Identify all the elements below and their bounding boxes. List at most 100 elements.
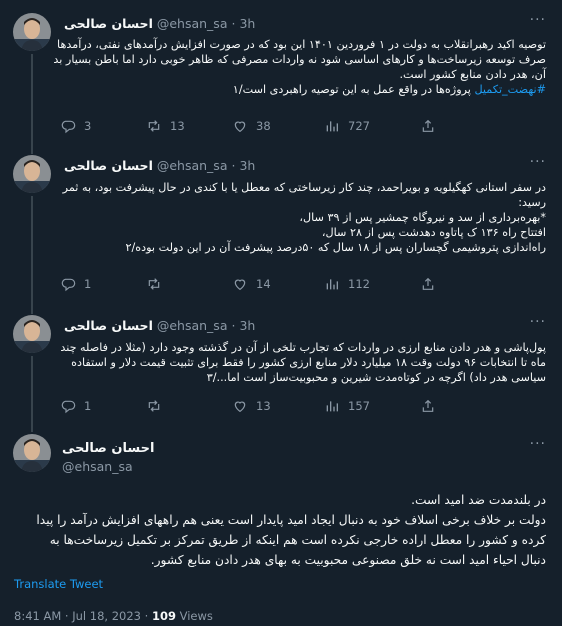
- author-handle[interactable]: @ehsan_sa: [62, 459, 133, 474]
- views-label: Views: [175, 609, 213, 623]
- tweet-text: پول‌پاشی و هدر دادن منابع ارزی در واردات…: [60, 340, 546, 385]
- author-name[interactable]: احسان صالحی: [64, 318, 153, 333]
- views-button[interactable]: 157: [324, 398, 370, 414]
- tweet-3[interactable]: احسان صالحی @ehsan_sa · 3h ··· پول‌پاشی …: [0, 306, 562, 424]
- tweet-text-line: *بهره‌برداری از سد و نیروگاه چمشیر پس از…: [299, 211, 546, 224]
- tweet-text-line: #نهضت_تکمیل پروژه‌ها در واقع عمل به این …: [64, 82, 546, 97]
- retweet-button[interactable]: [146, 276, 170, 292]
- tweet-text: توصیه اکید رهبرانقلاب به دولت در ۱ فرورد…: [53, 37, 546, 97]
- tweet-actions: 1 13 157: [60, 398, 450, 416]
- thread-line: [31, 306, 33, 314]
- heart-icon: [234, 121, 246, 133]
- share-button[interactable]: [420, 398, 436, 414]
- tweet-text-line: صرف توسعه زیرساخت‌ها و کارهای اساسی شود …: [53, 53, 546, 66]
- reply-button[interactable]: 1: [60, 276, 91, 292]
- translate-tweet-link[interactable]: Translate Tweet: [14, 577, 103, 591]
- thread-line: [31, 146, 33, 154]
- share-icon: [422, 277, 434, 290]
- tweet-text-line: سیاسی هدر داد) اگرچه در کوتاه‌مدت شیرین …: [206, 371, 546, 384]
- avatar[interactable]: [13, 155, 51, 193]
- author-name[interactable]: احسان صالحی: [62, 441, 154, 456]
- tweet-text-line: پول‌پاشی و هدر دادن منابع ارزی در واردات…: [60, 341, 546, 354]
- reply-count: 1: [84, 277, 92, 291]
- views-button[interactable]: 112: [324, 276, 370, 292]
- views-chart-icon: [326, 121, 338, 132]
- like-button[interactable]: 14: [232, 276, 271, 292]
- more-options-icon[interactable]: ···: [530, 154, 546, 170]
- more-options-icon[interactable]: ···: [530, 12, 546, 28]
- like-count: 13: [256, 399, 271, 413]
- tweet-text-line: آن، هدر دادن منابع کشور است.: [399, 68, 546, 81]
- like-button[interactable]: 13: [232, 398, 271, 414]
- tweet-time[interactable]: 3h: [239, 16, 255, 31]
- like-count: 14: [256, 277, 271, 291]
- share-icon: [422, 399, 434, 412]
- tweet-text-line: ماه تا انتخابات ۹۶ دولت وقت ۱۸ میلیارد د…: [71, 356, 546, 369]
- share-icon: [422, 119, 434, 132]
- like-count: 38: [256, 119, 271, 133]
- heart-icon: [234, 401, 246, 413]
- tweet-text-line: راه‌اندازی پتروشیمی گچساران پس از ۱۸ سال…: [125, 241, 546, 254]
- reply-count: 3: [84, 119, 92, 133]
- tweet-timestamp: 8:41 AM · Jul 18, 2023 · 109 Views: [14, 609, 213, 623]
- author-handle[interactable]: @ehsan_sa: [157, 318, 228, 333]
- tweet-actions: 3 13 38 727: [60, 118, 450, 136]
- share-button[interactable]: [420, 118, 436, 134]
- tweet-date[interactable]: 8:41 AM · Jul 18, 2023 ·: [14, 609, 152, 623]
- tweet-header: احسان صالحی @ehsan_sa · 3h: [64, 16, 255, 31]
- tweet-text: در سفر استانی کهگیلویه و بویراحمد، چند ک…: [62, 180, 546, 255]
- author-name[interactable]: احسان صالحی: [64, 158, 153, 173]
- heart-icon: [234, 279, 246, 291]
- hashtag-link[interactable]: #نهضت_تکمیل: [474, 83, 546, 96]
- retweet-count: 13: [170, 119, 185, 133]
- views-count: 112: [348, 277, 370, 291]
- avatar[interactable]: [13, 434, 51, 472]
- views-chart-icon: [326, 401, 338, 412]
- share-button[interactable]: [420, 276, 436, 292]
- more-options-icon[interactable]: ···: [530, 314, 546, 330]
- retweet-button[interactable]: [146, 398, 170, 414]
- author-handle[interactable]: @ehsan_sa: [157, 16, 228, 31]
- tweet-header: احسان صالحی @ehsan_sa · 3h: [64, 158, 255, 173]
- reply-button[interactable]: 1: [60, 398, 91, 414]
- avatar[interactable]: [13, 315, 51, 353]
- tweet-time[interactable]: 3h: [239, 158, 255, 173]
- thread-line: [31, 356, 33, 424]
- tweet-text-line: رسید:: [518, 196, 546, 209]
- views-chart-icon: [326, 279, 338, 290]
- author-handle[interactable]: @ehsan_sa: [157, 158, 228, 173]
- separator-dot: ·: [231, 16, 236, 31]
- thread-line: [31, 196, 33, 308]
- tweet-text-line: افتتاح راه ۱۳۶ ک پاتاوه دهدشت پس از ۲۸ س…: [321, 226, 546, 239]
- tweet-time[interactable]: 3h: [239, 318, 255, 333]
- tweet-1[interactable]: احسان صالحی @ehsan_sa · 3h ··· توصیه اکی…: [0, 0, 562, 150]
- author-name[interactable]: احسان صالحی: [64, 16, 153, 31]
- avatar[interactable]: [13, 13, 51, 51]
- views-button[interactable]: 727: [324, 118, 370, 134]
- tweet-text-line: دنبال احیاء امید است نه خلق مصنوعی محبوب…: [150, 553, 546, 567]
- retweet-icon: [148, 278, 160, 290]
- retweet-icon: [148, 120, 160, 132]
- tweet-header: احسان صالحی @ehsan_sa · 3h: [64, 318, 255, 333]
- reply-count: 1: [84, 399, 92, 413]
- thread-line: [31, 54, 33, 150]
- like-button[interactable]: 38: [232, 118, 271, 134]
- tweet-text-line: توصیه اکید رهبرانقلاب به دولت در ۱ فرورد…: [57, 38, 546, 51]
- tweet-text-line: کرده و کشور را معطل اراده خارجی نکرده اس…: [49, 533, 546, 547]
- tweet-text-line: دولت بر خلاف برخی اسلاف خود به دنبال ایج…: [36, 513, 546, 527]
- tweet-text-line: در سفر استانی کهگیلویه و بویراحمد، چند ک…: [62, 181, 546, 194]
- reply-icon: [61, 400, 76, 414]
- tweet-text: در بلندمدت ضد امید است. دولت بر خلاف برخ…: [14, 490, 546, 570]
- tweet-2[interactable]: احسان صالحی @ehsan_sa · 3h ··· در سفر اس…: [0, 146, 562, 308]
- views-count: 109: [151, 609, 176, 623]
- retweet-icon: [148, 400, 160, 412]
- views-count: 727: [348, 119, 370, 133]
- more-options-icon[interactable]: ···: [530, 436, 546, 452]
- reply-icon: [61, 278, 76, 292]
- tweet-text-line: در بلندمدت ضد امید است.: [411, 493, 546, 507]
- retweet-button[interactable]: 13: [146, 118, 185, 134]
- views-count: 157: [348, 399, 370, 413]
- reply-button[interactable]: 3: [60, 118, 91, 134]
- tweet-actions: 1 14 112: [60, 276, 450, 294]
- separator-dot: ·: [231, 318, 236, 333]
